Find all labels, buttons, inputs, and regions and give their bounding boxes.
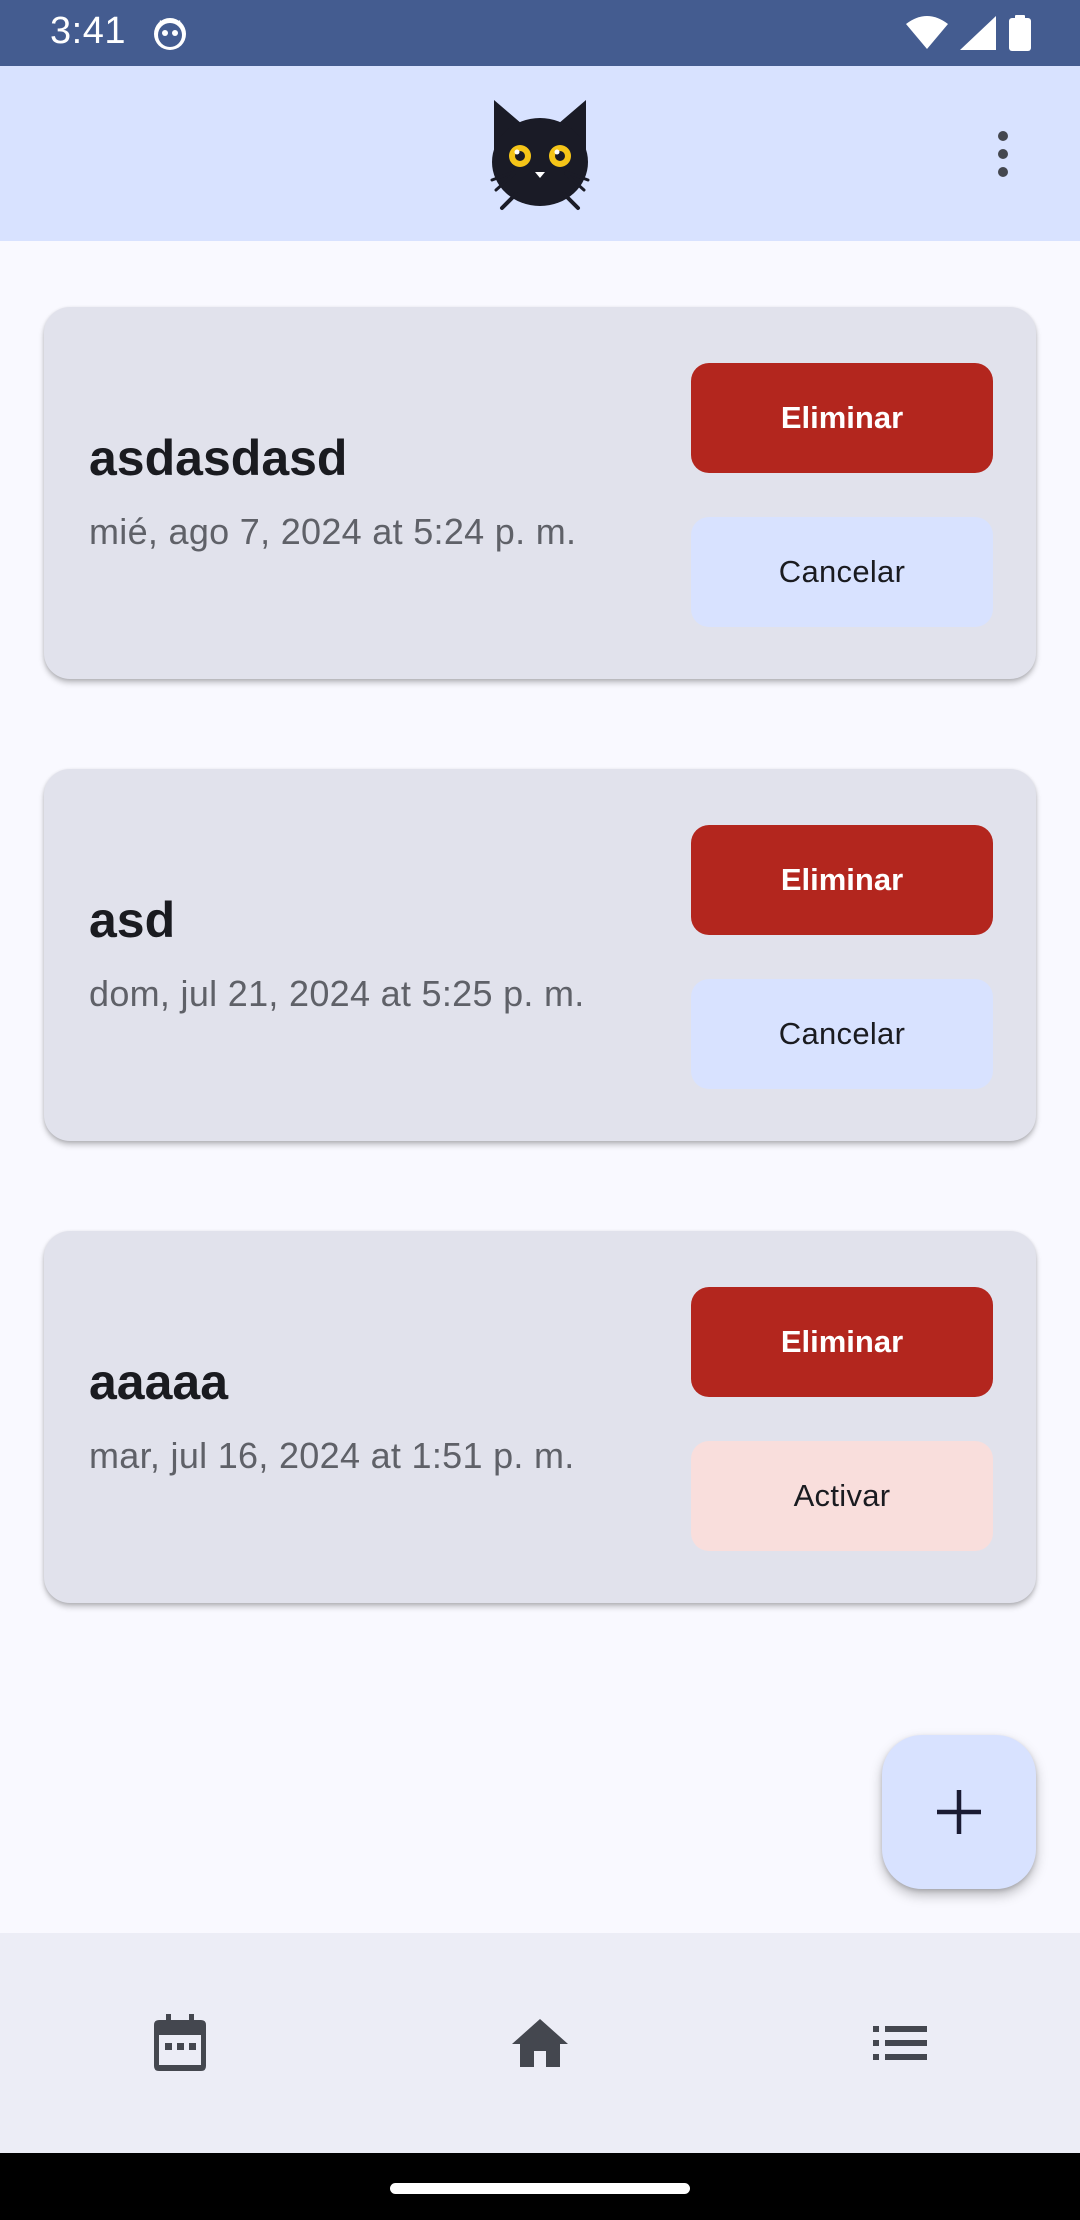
alarm-card: asdasdasd mié, ago 7, 2024 at 5:24 p. m.… (44, 307, 1036, 679)
nav-item-home[interactable] (480, 1983, 600, 2103)
alarm-title: aaaaa (89, 1354, 229, 1410)
delete-button[interactable]: Eliminar (691, 363, 993, 473)
alarm-card: asd dom, jul 21, 2024 at 5:25 p. m. Elim… (44, 769, 1036, 1141)
alarm-title: asdasdasd (89, 430, 348, 486)
alarm-title: asd (89, 892, 176, 948)
add-icon (937, 1790, 981, 1834)
alarm-date: dom, jul 21, 2024 at 5:25 p. m. (89, 973, 585, 1014)
black-cat-logo-icon (490, 100, 590, 210)
battery-icon (1009, 15, 1031, 51)
signal-icon (960, 16, 996, 50)
bottom-navigation (0, 1933, 1080, 2153)
nav-item-list[interactable] (840, 1983, 960, 2103)
alarm-date: mar, jul 16, 2024 at 1:51 p. m. (89, 1435, 575, 1476)
delete-button[interactable]: Eliminar (691, 825, 993, 935)
home-gesture-handle[interactable] (390, 2183, 690, 2194)
list-icon (873, 2026, 927, 2060)
status-icons (906, 14, 1032, 52)
cancel-button[interactable]: Cancelar (691, 517, 993, 627)
calendar-icon (154, 2014, 206, 2071)
wifi-icon (906, 16, 948, 49)
gesture-navigation-bar (0, 2153, 1080, 2220)
add-alarm-button[interactable] (882, 1735, 1036, 1889)
delete-button[interactable]: Eliminar (691, 1287, 993, 1397)
status-bar: 3:41 (0, 0, 1080, 66)
nav-item-calendar[interactable] (120, 1983, 240, 2103)
alarm-card: aaaaa mar, jul 16, 2024 at 1:51 p. m. El… (44, 1231, 1036, 1603)
app-bar (0, 66, 1080, 241)
alarm-date: mié, ago 7, 2024 at 5:24 p. m. (89, 511, 577, 552)
cat-notification-icon (154, 18, 186, 50)
cancel-button[interactable]: Cancelar (691, 979, 993, 1089)
home-icon (512, 2019, 568, 2067)
more-vert-icon[interactable] (975, 124, 1031, 184)
status-time: 3:41 (50, 10, 126, 52)
activate-button[interactable]: Activar (691, 1441, 993, 1551)
